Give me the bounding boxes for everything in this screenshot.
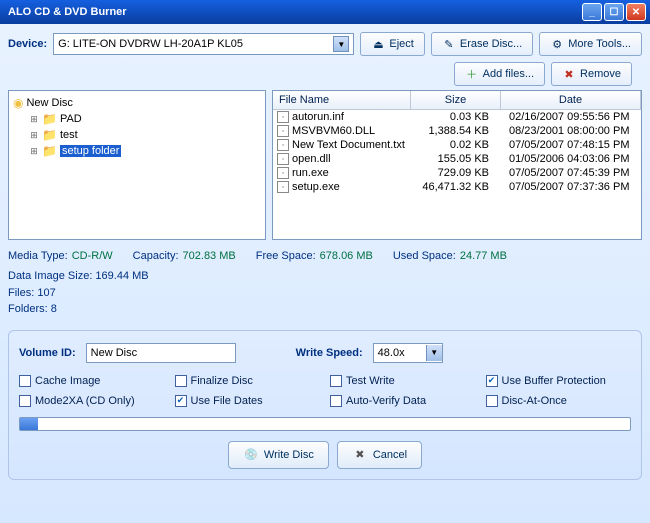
write-speed-label: Write Speed: [296,347,363,359]
close-button[interactable]: ✕ [626,3,646,21]
tree-item[interactable]: ⊞ 📁 PAD [29,111,261,127]
file-icon: ▫ [277,167,289,179]
cache-image-checkbox[interactable]: Cache Image [19,375,165,387]
expand-icon[interactable]: ⊞ [29,146,39,157]
table-row[interactable]: ▫MSVBVM60.DLL1,388.54 KB08/23/2001 08:00… [273,124,641,138]
app-title: ALO CD & DVD Burner [4,6,582,18]
write-speed-select[interactable]: 48.0x ▼ [373,343,443,363]
use-buffer-protection-checkbox[interactable]: ✔Use Buffer Protection [486,375,632,387]
maximize-button[interactable]: ☐ [604,3,624,21]
file-icon: ▫ [277,111,289,123]
file-icon: ▫ [277,153,289,165]
test-write-checkbox[interactable]: Test Write [330,375,476,387]
eject-button[interactable]: ⏏ Eject [360,32,424,56]
folder-icon: 📁 [42,112,57,126]
file-icon: ▫ [277,181,289,193]
cancel-button[interactable]: ✖ Cancel [337,441,422,469]
tree-item[interactable]: ⊞ 📁 setup folder [29,143,261,159]
eject-icon: ⏏ [371,37,385,51]
disc-icon: ◉ [13,96,23,110]
add-icon: ＋ [465,67,479,81]
remove-button[interactable]: ✖ Remove [551,62,632,86]
table-row[interactable]: ▫New Text Document.txt0.02 KB07/05/2007 … [273,138,641,152]
table-row[interactable]: ▫autorun.inf0.03 KB02/16/2007 09:55:56 P… [273,110,641,124]
progress-bar [19,417,631,431]
folders-count: Folders: 8 [8,301,642,318]
files-count: Files: 107 [8,285,642,302]
remove-icon: ✖ [562,67,576,81]
table-row[interactable]: ▫run.exe729.09 KB07/05/2007 07:45:39 PM [273,166,641,180]
free-space-label: Free Space:678.06 MB [256,250,373,262]
expand-icon[interactable]: ⊞ [29,130,39,141]
gear-icon: ⚙ [550,37,564,51]
file-list-header: File Name Size Date [273,91,641,110]
used-space-label: Used Space:24.77 MB [393,250,507,262]
col-header-size[interactable]: Size [411,91,501,109]
use-file-dates-checkbox[interactable]: ✔Use File Dates [175,395,321,407]
write-disc-button[interactable]: 💿 Write Disc [228,441,329,469]
folder-tree[interactable]: ◉ New Disc ⊞ 📁 PAD ⊞ 📁 test ⊞ 📁 setup fo [8,90,266,240]
volume-id-input[interactable] [86,343,236,363]
disc-icon: 💿 [243,447,259,463]
data-image-size: Data Image Size: 169.44 MB [8,268,642,285]
erase-icon: ✎ [442,37,456,51]
capacity-label: Capacity:702.83 MB [133,250,236,262]
folder-icon: 📁 [42,144,57,158]
cancel-icon: ✖ [352,447,368,463]
mode2xa-checkbox[interactable]: Mode2XA (CD Only) [19,395,165,407]
chevron-down-icon: ▼ [333,36,349,52]
chevron-down-icon: ▼ [426,345,442,361]
disc-at-once-checkbox[interactable]: Disc-At-Once [486,395,632,407]
add-files-button[interactable]: ＋ Add files... [454,62,545,86]
media-type-label: Media Type:CD-R/W [8,250,113,262]
table-row[interactable]: ▫open.dll155.05 KB01/05/2006 04:03:06 PM [273,152,641,166]
table-row[interactable]: ▫setup.exe46,471.32 KB07/05/2007 07:37:3… [273,180,641,194]
tree-root[interactable]: ◉ New Disc [13,95,261,111]
device-select[interactable]: G: LITE-ON DVDRW LH-20A1P KL05 ▼ [53,33,354,55]
erase-disc-button[interactable]: ✎ Erase Disc... [431,32,533,56]
file-icon: ▫ [277,139,289,151]
tree-item[interactable]: ⊞ 📁 test [29,127,261,143]
col-header-name[interactable]: File Name [273,91,411,109]
more-tools-button[interactable]: ⚙ More Tools... [539,32,642,56]
expand-icon[interactable]: ⊞ [29,114,39,125]
col-header-date[interactable]: Date [501,91,641,109]
auto-verify-data-checkbox[interactable]: Auto-Verify Data [330,395,476,407]
minimize-button[interactable]: _ [582,3,602,21]
device-value: G: LITE-ON DVDRW LH-20A1P KL05 [58,38,243,50]
device-label: Device: [8,38,47,50]
file-icon: ▫ [277,125,289,137]
folder-icon: 📁 [42,128,57,142]
finalize-disc-checkbox[interactable]: Finalize Disc [175,375,321,387]
file-list[interactable]: File Name Size Date ▫autorun.inf0.03 KB0… [272,90,642,240]
titlebar: ALO CD & DVD Burner _ ☐ ✕ [0,0,650,24]
volume-id-label: Volume ID: [19,347,76,359]
